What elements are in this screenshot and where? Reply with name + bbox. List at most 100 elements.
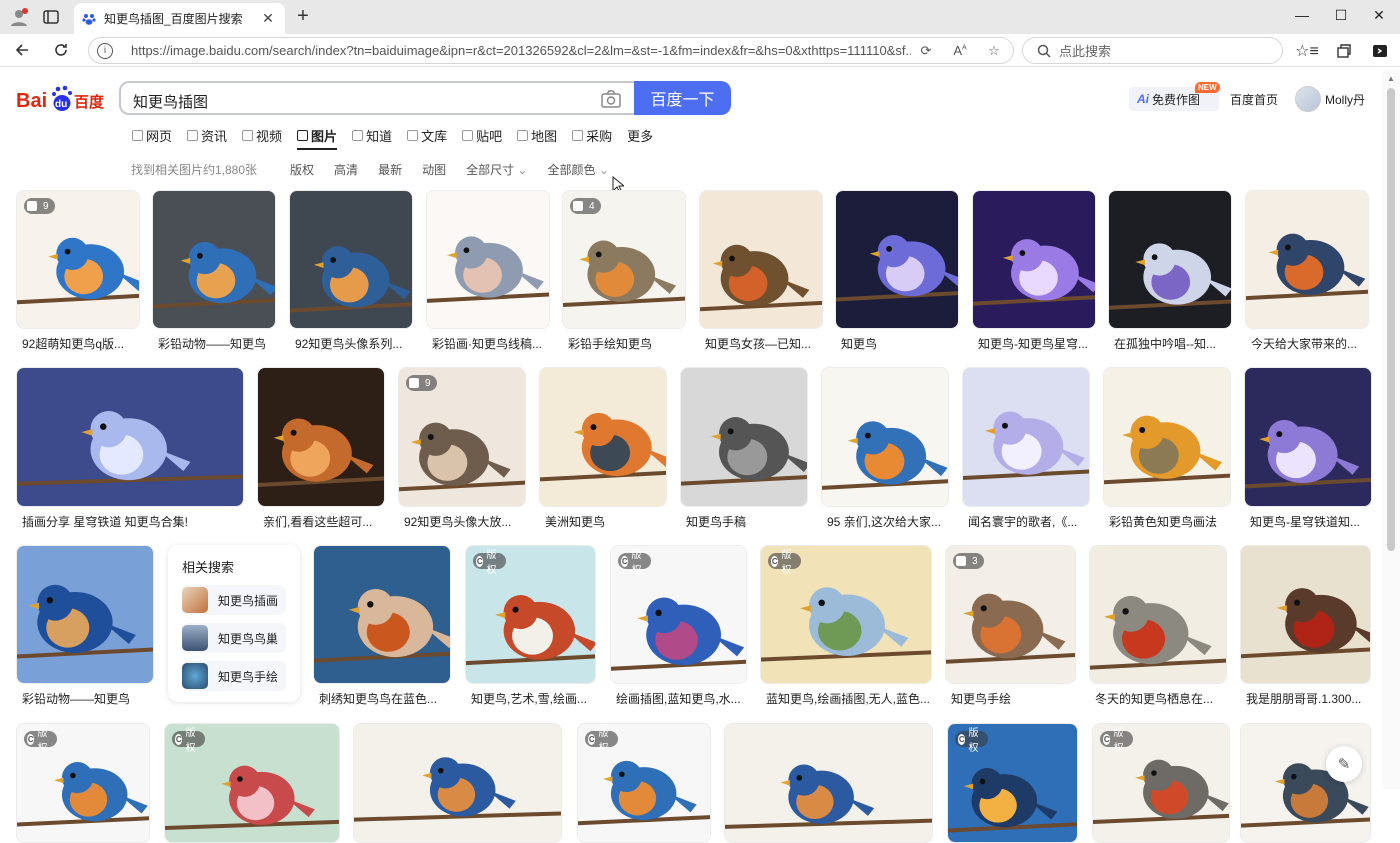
tab-8[interactable]: 采购 bbox=[572, 126, 612, 144]
related-item-2[interactable]: 知更鸟鸟巢 bbox=[182, 623, 286, 653]
result-thumbnail[interactable] bbox=[313, 545, 451, 684]
camera-icon[interactable] bbox=[601, 90, 621, 108]
result-caption[interactable]: 彩铅黄色知更鸟画法 bbox=[1109, 513, 1229, 530]
filter-latest[interactable]: 最新 bbox=[378, 161, 402, 177]
result-caption[interactable]: 彩铅动物——知更鸟 bbox=[158, 335, 274, 352]
tab-2[interactable]: 视频 bbox=[242, 126, 282, 144]
result-thumbnail[interactable] bbox=[1240, 545, 1371, 684]
result-caption[interactable]: 知更鸟,艺术,雪,绘画... bbox=[471, 690, 594, 707]
result-caption[interactable]: 我是朋朋哥哥.1.300... bbox=[1246, 690, 1369, 707]
tab-0[interactable]: 网页 bbox=[132, 126, 172, 144]
result-caption[interactable]: 彩铅手绘知更鸟 bbox=[568, 335, 684, 352]
tab-5[interactable]: 文库 bbox=[407, 126, 447, 144]
result-thumbnail[interactable] bbox=[1244, 367, 1372, 507]
result-thumbnail[interactable] bbox=[16, 545, 154, 684]
tab-4[interactable]: 知道 bbox=[352, 126, 392, 144]
filter-size-dropdown[interactable]: 全部尺寸 bbox=[466, 161, 527, 177]
result-thumbnail[interactable] bbox=[1240, 723, 1371, 843]
copilot-icon[interactable] bbox=[1369, 40, 1391, 62]
scrollbar-thumb[interactable] bbox=[1387, 88, 1395, 551]
result-thumbnail[interactable] bbox=[821, 367, 949, 507]
result-thumbnail[interactable] bbox=[1108, 190, 1232, 329]
result-thumbnail[interactable] bbox=[724, 723, 933, 843]
tab-7[interactable]: 地图 bbox=[517, 126, 557, 144]
scroll-up-arrow[interactable]: ▲ bbox=[1386, 74, 1396, 83]
profile-icon[interactable] bbox=[8, 6, 30, 28]
url-field[interactable]: i https://image.baidu.com/search/index?t… bbox=[88, 37, 1014, 64]
tab-1[interactable]: 资讯 bbox=[187, 126, 227, 144]
translate-icon[interactable]: ⟳ bbox=[917, 43, 935, 61]
result-thumbnail[interactable] bbox=[426, 190, 550, 329]
result-thumbnail[interactable] bbox=[539, 367, 667, 507]
related-thumb bbox=[182, 625, 208, 651]
favorite-star-icon[interactable]: ☆ bbox=[985, 43, 1003, 61]
close-tab-icon[interactable]: ✕ bbox=[259, 10, 277, 27]
result-caption[interactable]: 绘画插图,蓝知更鸟,水... bbox=[616, 690, 745, 707]
result-thumbnail[interactable] bbox=[152, 190, 276, 329]
result-thumbnail[interactable] bbox=[962, 367, 1090, 507]
result-caption[interactable]: 知更鸟 bbox=[841, 335, 957, 352]
refresh-button[interactable] bbox=[49, 39, 73, 61]
result-caption[interactable]: 闻名寰宇的歌者,《... bbox=[968, 513, 1088, 530]
baidu-home-link[interactable]: 百度首页 bbox=[1230, 87, 1278, 111]
result-thumbnail[interactable] bbox=[699, 190, 823, 329]
filter-color-dropdown[interactable]: 全部颜色 bbox=[548, 161, 609, 177]
related-item-1[interactable]: 知更鸟插画 bbox=[182, 585, 286, 615]
result-caption[interactable]: 在孤独中吟唱--知... bbox=[1114, 335, 1230, 352]
filter-copyright[interactable]: 版权 bbox=[290, 161, 314, 177]
new-tab-button[interactable]: + bbox=[292, 6, 314, 28]
favorites-icon[interactable]: ☆≡ bbox=[1295, 40, 1319, 62]
edit-pencil-button[interactable]: ✎ bbox=[1326, 746, 1362, 782]
tab-3[interactable]: 图片 bbox=[297, 126, 338, 150]
result-caption[interactable]: 92知更鸟头像大放... bbox=[404, 513, 524, 530]
result-caption[interactable]: 92知更鸟头像系列... bbox=[295, 335, 411, 352]
result-caption[interactable]: 知更鸟女孩—已知... bbox=[705, 335, 821, 352]
result-caption[interactable]: 蓝知更鸟,绘画插图,无人,蓝色... bbox=[766, 690, 930, 707]
result-caption[interactable]: 92超萌知更鸟q版... bbox=[22, 335, 138, 352]
result-caption[interactable]: 刺绣知更鸟鸟在蓝色... bbox=[319, 690, 449, 707]
baidu-logo[interactable]: Bai du 百度 bbox=[16, 83, 106, 113]
related-item-3[interactable]: 知更鸟手绘 bbox=[182, 661, 286, 691]
filter-animated[interactable]: 动图 bbox=[422, 161, 446, 177]
search-input[interactable]: 知更鸟插图 bbox=[119, 81, 635, 115]
user-menu[interactable]: Molly丹 bbox=[1295, 86, 1365, 112]
site-info-icon[interactable]: i bbox=[97, 42, 113, 59]
result-thumbnail[interactable] bbox=[353, 723, 562, 843]
tab-6[interactable]: 贴吧 bbox=[462, 126, 502, 144]
related-label: 知更鸟鸟巢 bbox=[218, 631, 279, 646]
collections-icon[interactable] bbox=[1333, 40, 1355, 62]
search-icon bbox=[1037, 44, 1051, 58]
result-thumbnail[interactable] bbox=[1089, 545, 1227, 684]
back-button[interactable] bbox=[10, 39, 34, 61]
tab-9[interactable]: 更多 bbox=[627, 126, 653, 144]
close-window-button[interactable]: ✕ bbox=[1356, 4, 1400, 26]
result-thumbnail[interactable] bbox=[972, 190, 1096, 329]
tab-label: 地图 bbox=[531, 128, 558, 144]
result-caption[interactable]: 今天给大家带来的... bbox=[1251, 335, 1367, 352]
result-caption[interactable]: 95 亲们,这次给大家... bbox=[827, 513, 947, 530]
result-caption[interactable]: 美洲知更鸟 bbox=[545, 513, 665, 530]
side-search-field[interactable]: 点此搜索 bbox=[1022, 37, 1283, 64]
browser-tab-active[interactable]: 知更鸟插图_百度图片搜索 ✕ bbox=[74, 3, 285, 34]
result-thumbnail[interactable] bbox=[16, 367, 244, 507]
result-caption[interactable]: 知更鸟-知更鸟星穹... bbox=[978, 335, 1094, 352]
read-aloud-icon[interactable]: AA bbox=[951, 43, 969, 61]
result-caption[interactable]: 插画分享 星穹铁道 知更鸟合集! bbox=[22, 513, 242, 530]
result-caption[interactable]: 亲们,看看这些超可... bbox=[263, 513, 383, 530]
result-caption[interactable]: 知更鸟-星穹铁道知... bbox=[1250, 513, 1370, 530]
result-caption[interactable]: 知更鸟手绘 bbox=[951, 690, 1074, 707]
result-thumbnail[interactable] bbox=[835, 190, 959, 329]
search-button[interactable]: 百度一下 bbox=[634, 81, 731, 115]
result-thumbnail[interactable] bbox=[680, 367, 808, 507]
filter-hd[interactable]: 高清 bbox=[334, 161, 358, 177]
result-caption[interactable]: 彩铅画·知更鸟线稿... bbox=[432, 335, 548, 352]
tab-actions-icon[interactable] bbox=[40, 6, 62, 28]
result-caption[interactable]: 彩铅动物——知更鸟 bbox=[22, 690, 152, 707]
result-thumbnail[interactable] bbox=[257, 367, 385, 507]
result-caption[interactable]: 知更鸟手稿 bbox=[686, 513, 806, 530]
result-thumbnail[interactable] bbox=[1245, 190, 1369, 329]
copyright-badge: C 版权 bbox=[172, 728, 205, 754]
result-thumbnail[interactable] bbox=[1103, 367, 1231, 507]
result-caption[interactable]: 冬天的知更鸟栖息在... bbox=[1095, 690, 1225, 707]
result-thumbnail[interactable] bbox=[289, 190, 413, 329]
